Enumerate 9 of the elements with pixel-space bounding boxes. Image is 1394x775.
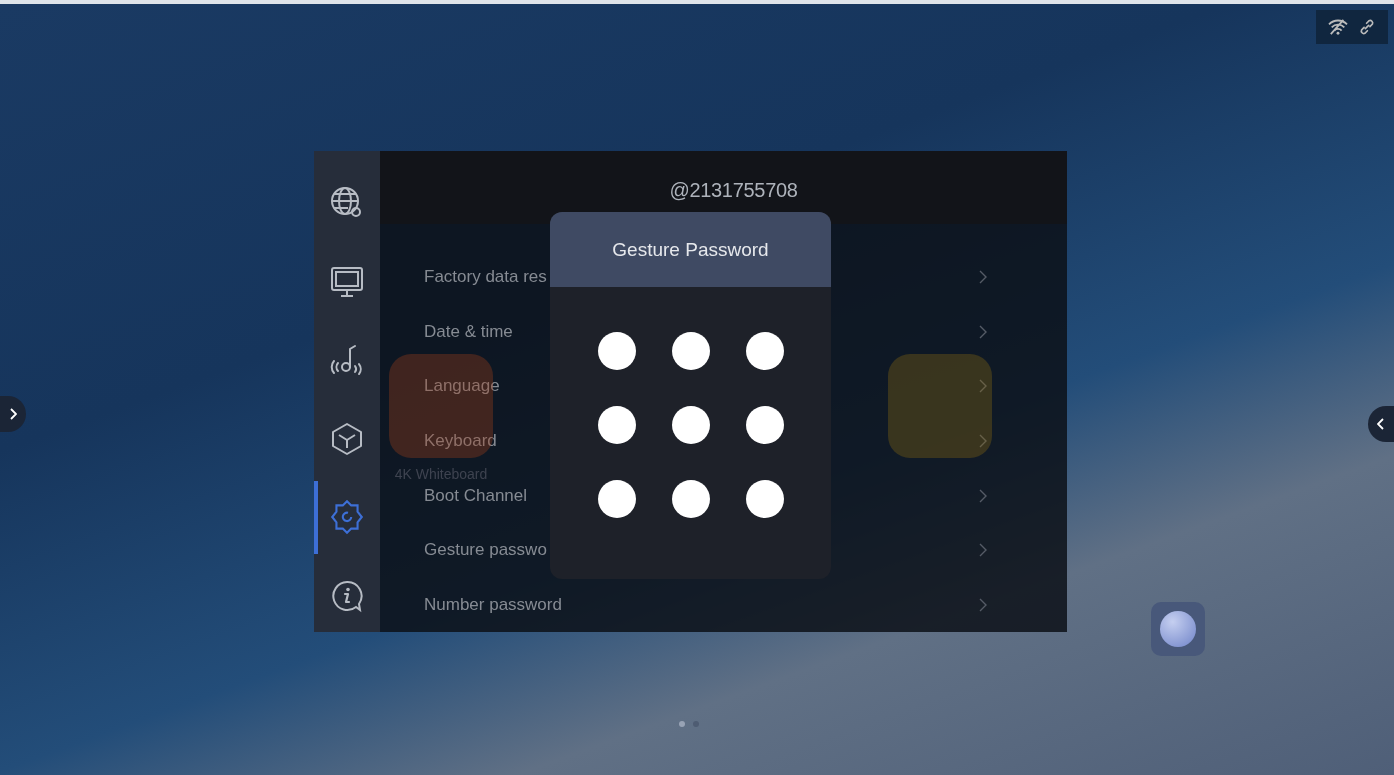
row-label: Language: [424, 376, 500, 397]
row-label: Keyboard: [424, 430, 497, 451]
row-label: Date & time: [424, 321, 513, 342]
row-label: Boot Channel: [424, 485, 528, 506]
dialog-title: Gesture Password: [612, 238, 769, 261]
row-label: Factory data res: [424, 267, 547, 288]
row-label: Gesture passwo: [424, 540, 547, 561]
device-id: @2131755708: [669, 179, 798, 203]
row-label: Number password: [424, 594, 562, 615]
